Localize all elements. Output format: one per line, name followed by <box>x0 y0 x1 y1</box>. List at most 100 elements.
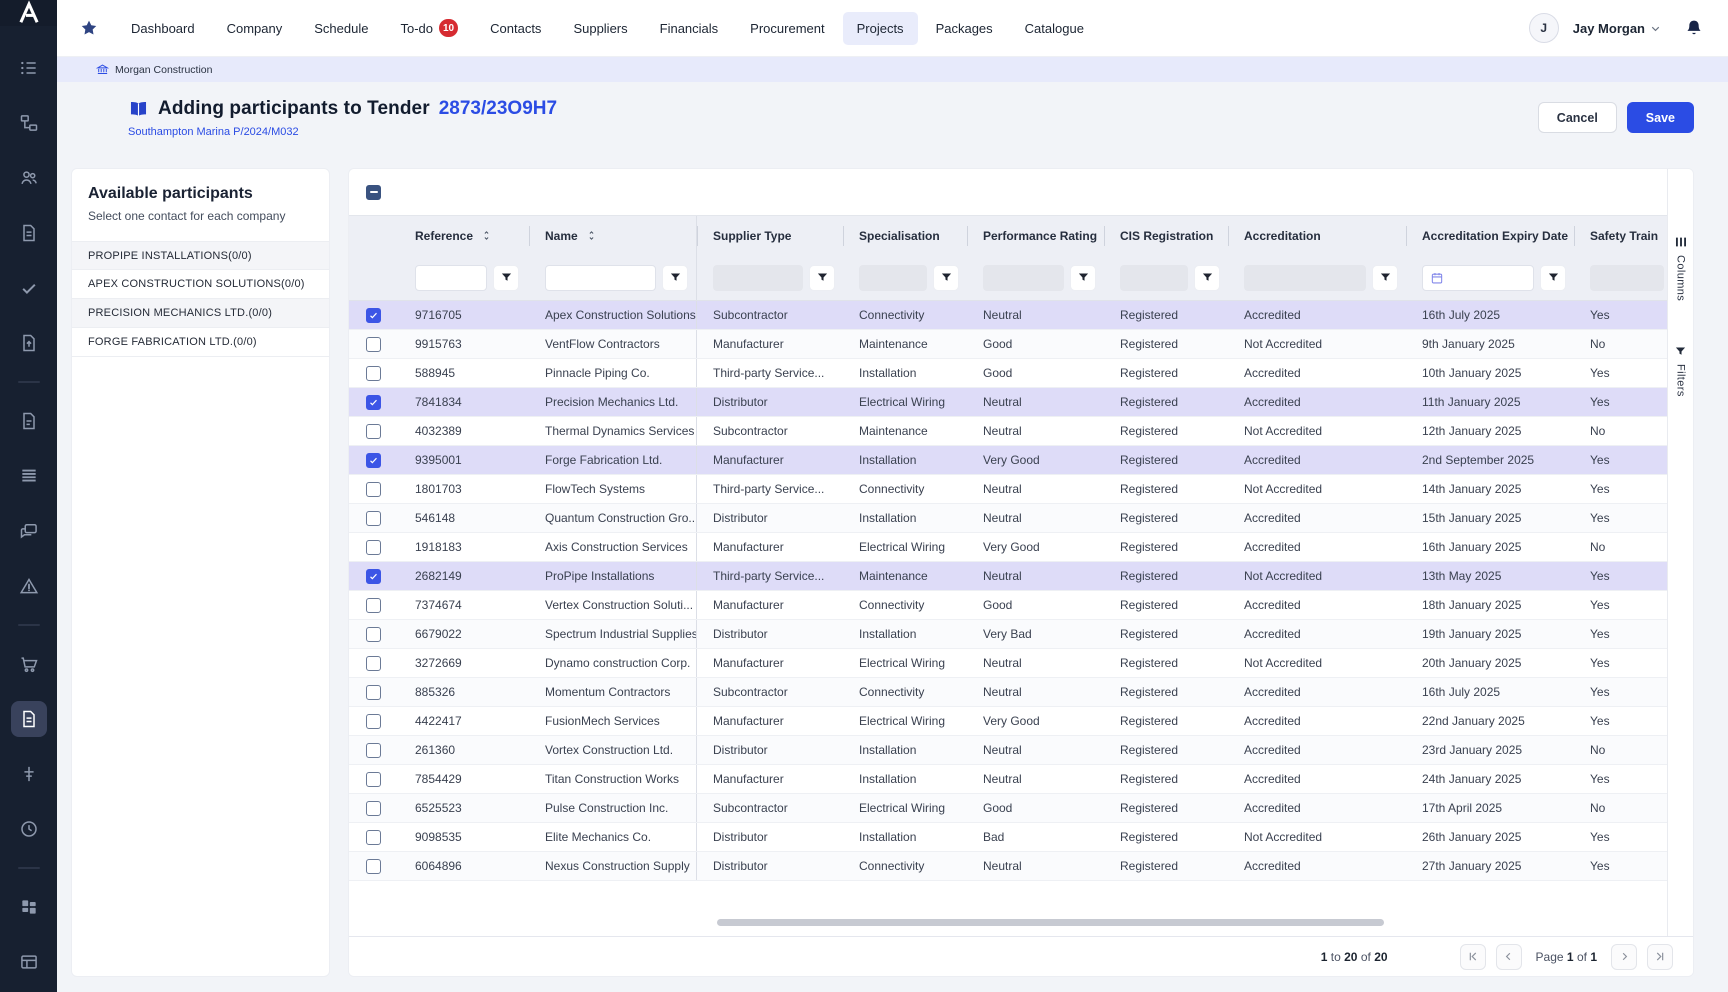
row-checkbox[interactable] <box>366 366 381 381</box>
next-page-button[interactable] <box>1611 944 1637 970</box>
table-row[interactable]: 2682149ProPipe InstallationsThird-party … <box>349 562 1667 591</box>
row-checkbox[interactable] <box>366 511 381 526</box>
filter-funnel-button[interactable] <box>1372 265 1398 291</box>
sidebar-item-grid[interactable] <box>11 889 47 925</box>
row-checkbox[interactable] <box>366 859 381 874</box>
sidebar-item-table[interactable] <box>11 944 47 980</box>
table-row[interactable]: 6679022Spectrum Industrial SuppliesDistr… <box>349 620 1667 649</box>
sidebar-item-file[interactable] <box>11 403 47 439</box>
nav-item-procurement[interactable]: Procurement <box>736 12 838 45</box>
column-header-name[interactable]: Name <box>529 216 697 255</box>
sidebar-item-check[interactable] <box>11 270 47 306</box>
filter-funnel-button[interactable] <box>493 265 519 291</box>
sidebar-item-cart[interactable] <box>11 646 47 682</box>
participant-company-item[interactable]: PROPIPE INSTALLATIONS(0/0) <box>72 241 329 270</box>
participant-company-item[interactable]: APEX CONSTRUCTION SOLUTIONS(0/0) <box>72 270 329 299</box>
table-row[interactable]: 9915763VentFlow ContractorsManufacturerM… <box>349 330 1667 359</box>
first-page-button[interactable] <box>1460 944 1486 970</box>
row-checkbox[interactable] <box>366 453 381 468</box>
filter-funnel-button[interactable] <box>1540 265 1566 291</box>
nav-item-projects[interactable]: Projects <box>843 12 918 45</box>
nav-item-suppliers[interactable]: Suppliers <box>559 12 641 45</box>
table-row[interactable]: 9395001Forge Fabrication Ltd.Manufacture… <box>349 446 1667 475</box>
row-checkbox[interactable] <box>366 598 381 613</box>
filter-funnel-button[interactable] <box>1194 265 1220 291</box>
filter-funnel-button[interactable] <box>662 265 688 291</box>
sidebar-item-sliders[interactable] <box>11 756 47 792</box>
table-row[interactable]: 6525523Pulse Construction Inc.Subcontrac… <box>349 794 1667 823</box>
sidebar-item-chat[interactable] <box>11 513 47 549</box>
project-link[interactable]: Southampton Marina P/2024/M032 <box>128 126 299 138</box>
row-checkbox[interactable] <box>366 540 381 555</box>
previous-page-button[interactable] <box>1496 944 1522 970</box>
row-checkbox[interactable] <box>366 482 381 497</box>
nav-item-company[interactable]: Company <box>213 12 297 45</box>
table-row[interactable]: 3272669Dynamo construction Corp.Manufact… <box>349 649 1667 678</box>
row-checkbox[interactable] <box>366 743 381 758</box>
filter-funnel-button[interactable] <box>933 265 959 291</box>
sidebar-item-document[interactable] <box>11 701 47 737</box>
table-row[interactable]: 4032389Thermal Dynamics ServicesSubcontr… <box>349 417 1667 446</box>
row-checkbox[interactable] <box>366 337 381 352</box>
cancel-button[interactable]: Cancel <box>1538 102 1617 133</box>
row-checkbox[interactable] <box>366 714 381 729</box>
horizontal-scrollbar[interactable] <box>717 919 1384 926</box>
row-checkbox[interactable] <box>366 656 381 671</box>
sidebar-item-list[interactable] <box>11 50 47 86</box>
row-checkbox[interactable] <box>366 308 381 323</box>
sidebar-item-warning[interactable] <box>11 568 47 604</box>
filters-rail-tab[interactable]: Filters <box>1674 345 1687 397</box>
table-row[interactable]: 588945Pinnacle Piping Co.Third-party Ser… <box>349 359 1667 388</box>
column-header-reference[interactable]: Reference <box>399 216 529 255</box>
filter-date-input[interactable] <box>1422 265 1534 291</box>
filter-funnel-button[interactable] <box>1070 265 1096 291</box>
table-row[interactable]: 7841834Precision Mechanics Ltd.Distribut… <box>349 388 1667 417</box>
table-row[interactable]: 546148Quantum Construction Gro...Distrib… <box>349 504 1667 533</box>
sidebar-item-people[interactable] <box>11 160 47 196</box>
nav-item-schedule[interactable]: Schedule <box>300 12 382 45</box>
row-checkbox[interactable] <box>366 569 381 584</box>
sort-icon[interactable] <box>585 229 598 242</box>
sidebar-item-file-upload[interactable] <box>11 325 47 361</box>
table-row[interactable]: 1801703FlowTech SystemsThird-party Servi… <box>349 475 1667 504</box>
app-logo[interactable] <box>0 0 57 26</box>
row-checkbox[interactable] <box>366 685 381 700</box>
sort-icon[interactable] <box>480 229 493 242</box>
select-all-checkbox[interactable] <box>366 185 381 200</box>
tender-number-link[interactable]: 2873/23O9H7 <box>439 98 557 120</box>
sidebar-item-clock[interactable] <box>11 811 47 847</box>
row-checkbox[interactable] <box>366 772 381 787</box>
table-row[interactable]: 9716705Apex Construction SolutionsSubcon… <box>349 301 1667 330</box>
table-row[interactable]: 4422417FusionMech ServicesManufacturerEl… <box>349 707 1667 736</box>
nav-item-packages[interactable]: Packages <box>922 12 1007 45</box>
filter-funnel-button[interactable] <box>809 265 835 291</box>
nav-item-contacts[interactable]: Contacts <box>476 12 555 45</box>
save-button[interactable]: Save <box>1627 102 1694 133</box>
table-row[interactable]: 1918183Axis Construction ServicesManufac… <box>349 533 1667 562</box>
notifications-bell-icon[interactable] <box>1684 18 1704 38</box>
table-row[interactable]: 9098535Elite Mechanics Co.DistributorIns… <box>349 823 1667 852</box>
table-row[interactable]: 885326Momentum ContractorsSubcontractorC… <box>349 678 1667 707</box>
sidebar-item-document[interactable] <box>11 215 47 251</box>
nav-item-dashboard[interactable]: Dashboard <box>117 12 209 45</box>
sidebar-item-workflow[interactable] <box>11 105 47 141</box>
nav-item-financials[interactable]: Financials <box>646 12 733 45</box>
row-checkbox[interactable] <box>366 830 381 845</box>
table-row[interactable]: 261360Vortex Construction Ltd.Distributo… <box>349 736 1667 765</box>
nav-item-catalogue[interactable]: Catalogue <box>1011 12 1098 45</box>
avatar[interactable]: J <box>1529 13 1559 43</box>
table-row[interactable]: 7854429Titan Construction WorksManufactu… <box>349 765 1667 794</box>
participant-company-item[interactable]: FORGE FABRICATION LTD.(0/0) <box>72 328 329 357</box>
table-row[interactable]: 7374674Vertex Construction Soluti...Manu… <box>349 591 1667 620</box>
table-row[interactable]: 6064896Nexus Construction SupplyDistribu… <box>349 852 1667 881</box>
row-checkbox[interactable] <box>366 424 381 439</box>
favorites-star-icon[interactable] <box>79 18 99 38</box>
participant-company-item[interactable]: PRECISION MECHANICS LTD.(0/0) <box>72 299 329 328</box>
columns-rail-tab[interactable]: Columns <box>1674 235 1688 301</box>
filter-input-reference[interactable] <box>415 265 487 291</box>
row-checkbox[interactable] <box>366 801 381 816</box>
sidebar-item-rows[interactable] <box>11 458 47 494</box>
breadcrumb-item[interactable]: Morgan Construction <box>115 64 212 76</box>
last-page-button[interactable] <box>1647 944 1673 970</box>
nav-item-to-do[interactable]: To-do10 <box>386 10 472 46</box>
